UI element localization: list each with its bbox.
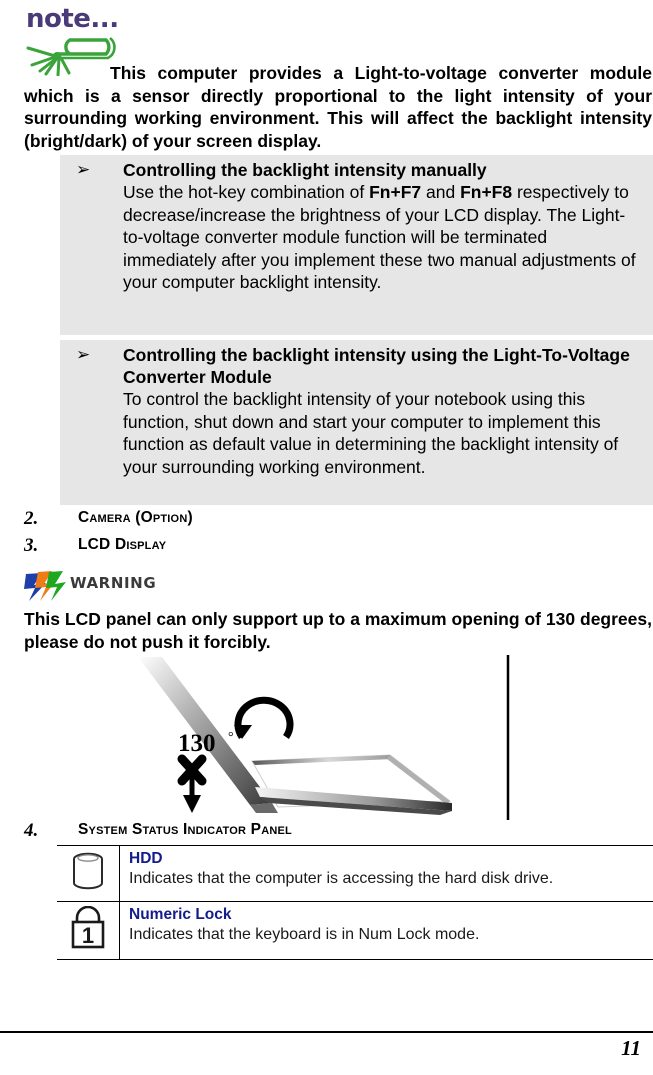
angle-label: 130 [178, 730, 216, 757]
heading-number: 2. [24, 508, 39, 529]
callout-bullet-row: ➢ Controlling the backlight intensity us… [60, 340, 653, 478]
hotkey-fn-f8: Fn+F8 [460, 182, 513, 202]
callout-box-manual: ➢ Controlling the backlight intensity ma… [60, 155, 653, 335]
heading-number: 3. [24, 535, 39, 556]
heading-text: LCD Display [78, 536, 167, 553]
table-cell-text: Numeric Lock Indicates that the keyboard… [119, 901, 653, 960]
callout-body-mid: and [421, 182, 461, 202]
status-title: HDD [129, 850, 163, 867]
heading-camera: 2. Camera (Option) [0, 508, 653, 534]
table-row: HDD Indicates that the computer is acces… [57, 845, 653, 902]
chevron-bullet-icon: ➢ [76, 345, 91, 365]
callout-title: Controlling the backlight intensity manu… [123, 160, 487, 180]
callout-box-sensor: ➢ Controlling the backlight intensity us… [60, 340, 653, 505]
page-number: 11 [621, 1036, 641, 1060]
callout-title: Controlling the backlight intensity usin… [123, 345, 630, 387]
warning-label: WARNING [70, 574, 157, 592]
status-indicator-table: HDD Indicates that the computer is acces… [57, 845, 653, 960]
numeric-lock-padlock-icon: 1 [71, 905, 105, 949]
lightning-bolts-icon [24, 571, 66, 601]
note-paragraph-text: This computer provides a Light-to-voltag… [24, 63, 652, 151]
hotkey-fn-f7: Fn+F7 [369, 182, 422, 202]
table-row: 1 Numeric Lock Indicates that the keyboa… [57, 901, 653, 960]
status-description: Indicates that the keyboard is in Num Lo… [129, 926, 480, 943]
heading-text: System Status Indicator Panel [78, 821, 292, 838]
callout-body: Use the hot-key combination of Fn+F7 and… [123, 181, 653, 294]
heading-text: Camera (Option) [78, 509, 193, 526]
heading-number: 4. [24, 820, 39, 841]
callout-bullet-row: ➢ Controlling the backlight intensity ma… [60, 155, 653, 294]
table-cell-icon [57, 845, 120, 902]
callout-body: To control the backlight intensity of yo… [123, 389, 619, 477]
table-cell-icon: 1 [57, 901, 120, 960]
document-page: note... This computer provides a Light-t… [0, 0, 653, 1075]
callout-body-pre: Use the hot-key combination of [123, 182, 370, 202]
footer-divider [0, 1031, 653, 1033]
laptop-lid-opening-angle-diagram: 130 ° [138, 655, 510, 820]
status-title: Numeric Lock [129, 906, 232, 923]
note-paragraph: This computer provides a Light-to-voltag… [24, 62, 652, 152]
chevron-bullet-icon: ➢ [76, 160, 91, 180]
status-description: Indicates that the computer is accessing… [129, 870, 554, 887]
table-cell-text: HDD Indicates that the computer is acces… [119, 845, 653, 902]
laptop-base [251, 754, 452, 815]
note-label: note... [26, 4, 119, 34]
hard-disk-drive-icon [73, 852, 103, 890]
padlock-digit: 1 [82, 923, 94, 948]
warning-callout-icon: WARNING [22, 568, 167, 604]
heading-lcd-display: 3. LCD Display [0, 535, 653, 561]
degree-symbol: ° [228, 730, 234, 745]
warning-text: This LCD panel can only support up to a … [24, 609, 652, 652]
heading-status-panel: 4. System Status Indicator Panel [0, 820, 653, 846]
